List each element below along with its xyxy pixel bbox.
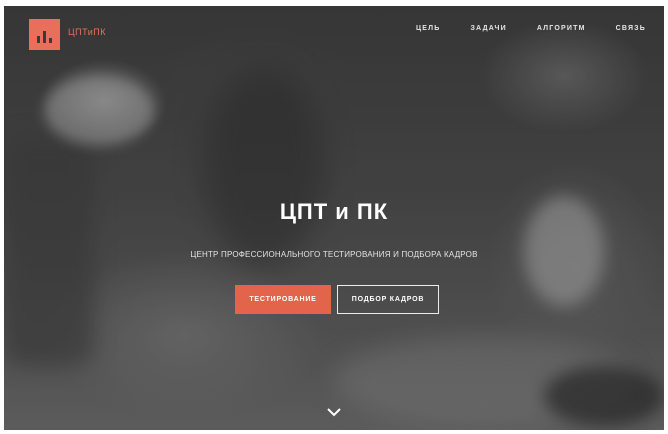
nav-item-goal[interactable]: ЦЕЛЬ [416,25,441,32]
logo-bar [37,36,40,43]
hero-subtitle: ЦЕНТР ПРОФЕССИОНАЛЬНОГО ТЕСТИРОВАНИЯ И П… [190,250,478,259]
recruitment-button[interactable]: ПОДБОР КАДРОВ [337,285,439,314]
brand-name[interactable]: ЦПТиПК [68,27,106,37]
logo-bar [49,38,52,43]
nav-item-tasks[interactable]: ЗАДАЧИ [470,25,506,32]
hero-title: ЦПТ и ПК [279,199,389,224]
logo-bar [43,31,46,43]
nav-item-algorithm[interactable]: АЛГОРИТМ [537,25,586,32]
main-nav: ЦЕЛЬ ЗАДАЧИ АЛГОРИТМ СВЯЗЬ [416,25,646,32]
nav-item-contact[interactable]: СВЯЗЬ [616,25,646,32]
hero-section: ЦПТиПК ЦЕЛЬ ЗАДАЧИ АЛГОРИТМ СВЯЗЬ ЦПТ и … [4,6,664,430]
chevron-down-icon[interactable] [326,406,342,418]
logo-icon[interactable] [29,19,60,50]
testing-button[interactable]: ТЕСТИРОВАНИЕ [235,285,331,314]
